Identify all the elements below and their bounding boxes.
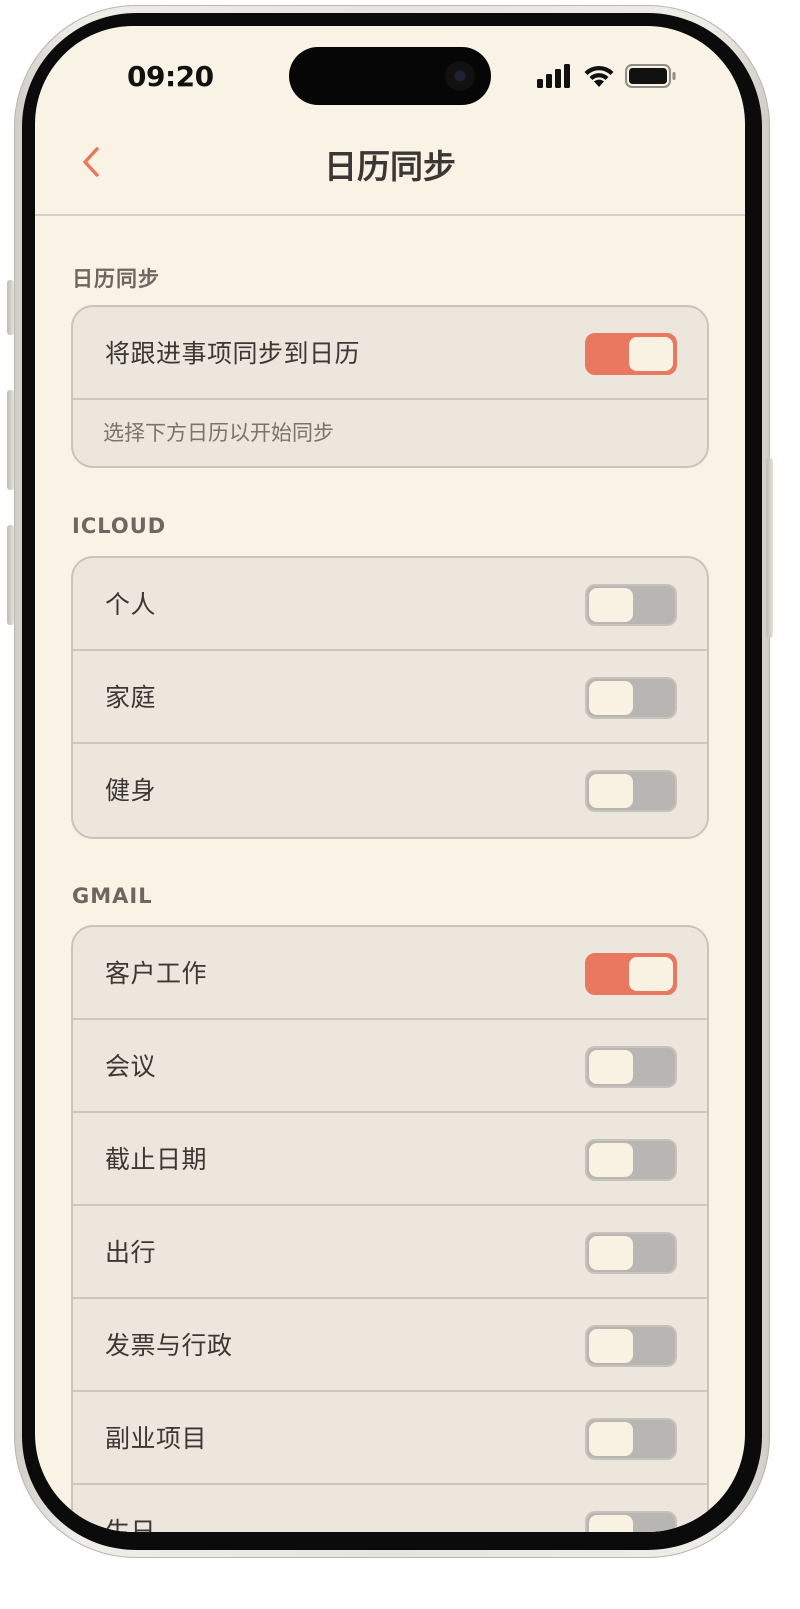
- calendar-label: 截止日期: [105, 1145, 208, 1174]
- calendar-toggle[interactable]: [585, 953, 677, 995]
- toggle-knob: [589, 1143, 633, 1177]
- screen: 09:20 日历同步 日历同步 将跟进事项同步到日历 选择下方日历以开始同步 I…: [35, 26, 745, 1532]
- gmail-card: 客户工作 会议 截止日期 出行 发票与行政 副业项目 生日: [71, 925, 709, 1532]
- calendar-label: 生日: [105, 1517, 157, 1532]
- calendar-row: 副业项目: [73, 1392, 707, 1485]
- status-icons: [537, 64, 687, 90]
- sync-card: 将跟进事项同步到日历 选择下方日历以开始同步: [71, 305, 709, 468]
- calendar-toggle[interactable]: [585, 584, 677, 626]
- calendar-toggle[interactable]: [585, 1046, 677, 1088]
- toggle-knob: [629, 957, 673, 991]
- battery-icon: [625, 64, 676, 88]
- calendar-row: 家庭: [73, 651, 707, 744]
- sync-main-toggle[interactable]: [585, 333, 677, 375]
- page-title: 日历同步: [324, 147, 456, 186]
- calendar-toggle[interactable]: [585, 770, 677, 812]
- calendar-label: 发票与行政: [105, 1331, 233, 1360]
- dynamic-island: [289, 47, 491, 105]
- calendar-toggle[interactable]: [585, 677, 677, 719]
- calendar-row: 生日: [73, 1485, 707, 1532]
- calendar-label: 会议: [105, 1052, 157, 1081]
- wifi-icon: [584, 65, 614, 87]
- calendar-row: 截止日期: [73, 1113, 707, 1206]
- toggle-knob: [589, 681, 633, 715]
- toggle-knob: [589, 588, 633, 622]
- calendar-row: 客户工作: [73, 927, 707, 1020]
- calendar-label: 出行: [105, 1238, 157, 1267]
- calendar-toggle[interactable]: [585, 1232, 677, 1274]
- sync-main-row: 将跟进事项同步到日历: [73, 307, 707, 400]
- calendar-label: 健身: [105, 776, 157, 805]
- toggle-knob: [589, 1329, 633, 1363]
- calendar-row: 个人: [73, 558, 707, 651]
- calendar-label: 个人: [105, 590, 157, 619]
- calendar-toggle[interactable]: [585, 1418, 677, 1460]
- sync-main-label: 将跟进事项同步到日历: [105, 339, 361, 368]
- sync-hint: 选择下方日历以开始同步: [103, 421, 334, 445]
- calendar-row: 发票与行政: [73, 1299, 707, 1392]
- camera-icon: [445, 61, 475, 91]
- toggle-knob: [589, 1515, 633, 1532]
- section-header-icloud: ICLOUD: [72, 514, 167, 538]
- signal-icon: [537, 64, 570, 88]
- toggle-knob: [629, 337, 673, 371]
- icloud-card: 个人 家庭 健身: [71, 556, 709, 839]
- status-time: 09:20: [127, 60, 214, 93]
- section-header-gmail: GMAIL: [72, 884, 153, 908]
- calendar-label: 家庭: [105, 683, 157, 712]
- calendar-toggle[interactable]: [585, 1139, 677, 1181]
- calendar-row: 会议: [73, 1020, 707, 1113]
- calendar-toggle[interactable]: [585, 1325, 677, 1367]
- toggle-knob: [589, 1050, 633, 1084]
- calendar-label: 客户工作: [105, 959, 208, 988]
- calendar-label: 副业项目: [105, 1424, 208, 1453]
- toggle-knob: [589, 774, 633, 808]
- power-button: [766, 458, 773, 638]
- toggle-knob: [589, 1236, 633, 1270]
- action-button: [7, 280, 14, 335]
- sync-hint-row: 选择下方日历以开始同步: [73, 400, 707, 466]
- calendar-toggle[interactable]: [585, 1511, 677, 1532]
- calendar-row: 出行: [73, 1206, 707, 1299]
- toggle-knob: [589, 1422, 633, 1456]
- volume-down-button: [7, 525, 14, 625]
- calendar-row: 健身: [73, 744, 707, 837]
- section-header-sync: 日历同步: [72, 267, 160, 291]
- volume-up-button: [7, 390, 14, 490]
- nav-header: 日历同步: [35, 126, 745, 216]
